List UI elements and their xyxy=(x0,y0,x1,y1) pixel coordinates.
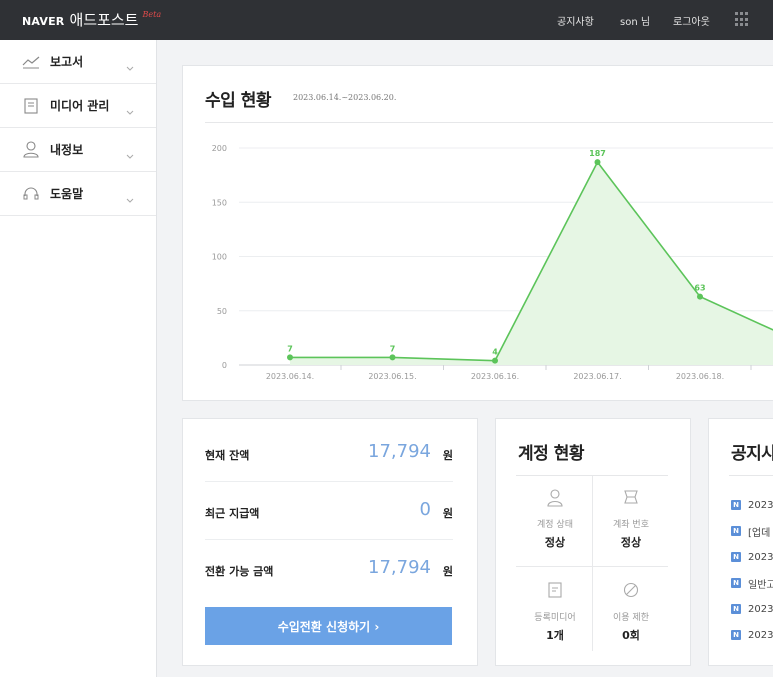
sidebar-item-label: 미디어 관리 xyxy=(50,99,110,113)
y-tick-label: 0 xyxy=(222,361,227,370)
chevron-down-icon xyxy=(126,101,134,120)
bank-card-icon xyxy=(593,489,669,509)
balance-row-last-paid: 최근 지급액 0 원 xyxy=(205,481,453,540)
balance-value: 17,794 xyxy=(368,441,431,462)
new-badge-icon: N xyxy=(731,578,741,588)
account-cell-value: 정상 xyxy=(544,536,566,549)
person-icon xyxy=(517,489,593,509)
headset-icon xyxy=(22,185,40,203)
data-label: 4 xyxy=(492,348,498,357)
account-cell-value: 정상 xyxy=(620,536,642,549)
balance-label: 전환 가능 금액 xyxy=(205,565,274,578)
new-badge-icon: N xyxy=(731,526,741,536)
notice-item[interactable]: N 2023 xyxy=(731,627,773,643)
chevron-down-icon xyxy=(126,189,134,208)
data-label: 7 xyxy=(287,344,293,353)
logo[interactable]: NAVER 애드포스트 Beta xyxy=(22,9,161,31)
x-tick-label: 2023.06.16. xyxy=(471,372,519,381)
x-tick-label: 2023.06.14. xyxy=(266,372,314,381)
series-area xyxy=(290,162,773,365)
data-point xyxy=(594,159,601,166)
balance-unit: 원 xyxy=(442,507,453,520)
data-label: 187 xyxy=(589,149,606,158)
account-card: 계정 현황 계정 상태 정상 계좌 번호 정상 등록미디어 1개 이용 제한 0… xyxy=(495,418,691,666)
account-cell-key: 계좌 번호 xyxy=(613,520,649,530)
media-doc-icon xyxy=(517,582,593,602)
balance-unit: 원 xyxy=(442,449,453,462)
income-chart: 0 50 100 150 200 2023.06.14. 2023.06.15. 2023.0… xyxy=(212,144,773,381)
new-badge-icon: N xyxy=(731,604,741,614)
notice-card: 공지사 N 2023 N [업데 N 2023 N 일반고 N 2023 N 2023 xyxy=(708,418,773,666)
y-tick-label: 50 xyxy=(217,307,227,316)
product-name: 애드포스트 xyxy=(69,11,139,29)
sidebar-item-help[interactable]: 도움말 xyxy=(0,172,156,216)
y-tick-label: 150 xyxy=(212,198,227,207)
app-grid-icon[interactable] xyxy=(735,12,750,27)
y-tick-label: 100 xyxy=(212,253,227,262)
income-card: 수입 현황 2023.06.14.~2023.06.20. 0 50 100 150 2… xyxy=(182,65,773,401)
nav-notice-link[interactable]: 공지사항 xyxy=(557,13,594,28)
x-tick-label: 2023.06.15. xyxy=(368,372,416,381)
sidebar: 보고서 미디어 관리 내정보 도움말 xyxy=(0,40,157,677)
sidebar-item-report[interactable]: 보고서 xyxy=(0,40,156,84)
nav-logout-link[interactable]: 로그아웃 xyxy=(673,13,710,28)
new-badge-icon: N xyxy=(731,630,741,640)
account-cell-key: 등록미디어 xyxy=(534,613,576,623)
chart-line-icon xyxy=(22,53,40,71)
beta-badge: Beta xyxy=(142,10,162,19)
account-media-cell[interactable]: 등록미디어 1개 xyxy=(517,582,593,643)
top-bar: NAVER 애드포스트 Beta 공지사항 son 님 로그아웃 xyxy=(0,0,773,40)
sidebar-item-myinfo[interactable]: 내정보 xyxy=(0,128,156,172)
convert-income-button[interactable]: 수입전환 신청하기 › xyxy=(205,607,452,645)
notice-title: 공지사 xyxy=(731,444,773,464)
balance-row-current: 현재 잔액 17,794 원 xyxy=(205,423,453,482)
account-status-cell: 계정 상태 정상 xyxy=(517,489,593,550)
data-point xyxy=(287,354,293,361)
naver-wordmark: NAVER xyxy=(22,15,65,28)
account-cell-value: 1개 xyxy=(546,629,564,642)
account-cell-key: 이용 제한 xyxy=(613,613,649,623)
data-point xyxy=(697,293,703,300)
balance-unit: 원 xyxy=(442,565,453,578)
y-tick-label: 200 xyxy=(212,144,227,153)
balance-row-convertible: 전환 가능 금액 17,794 원 xyxy=(205,539,453,597)
sidebar-item-label: 내정보 xyxy=(50,143,84,157)
balance-card: 현재 잔액 17,794 원 최근 지급액 0 원 전환 가능 금액 17,79… xyxy=(182,418,478,666)
data-point xyxy=(389,354,396,361)
data-label: 63 xyxy=(694,284,705,293)
divider xyxy=(516,566,668,567)
notice-item[interactable]: N 일반고 xyxy=(731,575,773,591)
nav-user-name[interactable]: son 님 xyxy=(620,13,650,28)
balance-label: 현재 잔액 xyxy=(205,449,250,462)
new-badge-icon: N xyxy=(731,552,741,562)
notice-item[interactable]: N 2023 xyxy=(731,601,773,617)
notice-item[interactable]: N [업데 xyxy=(731,523,770,539)
balance-value: 0 xyxy=(419,499,431,520)
sidebar-item-label: 보고서 xyxy=(50,55,84,69)
new-badge-icon: N xyxy=(731,500,741,510)
prohibited-icon xyxy=(593,582,669,602)
account-restriction-cell[interactable]: 이용 제한 0회 xyxy=(593,582,669,643)
divider xyxy=(729,475,773,476)
sidebar-item-label: 도움말 xyxy=(50,187,84,201)
notice-item[interactable]: N 2023 xyxy=(731,549,773,565)
chevron-down-icon xyxy=(126,145,134,164)
chevron-down-icon xyxy=(126,57,134,76)
notice-item[interactable]: N 2023 xyxy=(731,497,773,513)
account-title: 계정 현황 xyxy=(518,444,584,464)
account-bank-cell[interactable]: 계좌 번호 정상 xyxy=(593,489,669,550)
data-label: 7 xyxy=(390,344,396,353)
balance-label: 최근 지급액 xyxy=(205,507,260,520)
balance-value: 17,794 xyxy=(368,557,431,578)
document-icon xyxy=(22,97,40,115)
data-point xyxy=(492,357,498,364)
sidebar-item-media[interactable]: 미디어 관리 xyxy=(0,84,156,128)
x-tick-label: 2023.06.17. xyxy=(573,372,621,381)
x-tick-label: 2023.06.18. xyxy=(676,372,724,381)
user-icon xyxy=(22,141,40,159)
account-cell-value: 0회 xyxy=(622,629,640,642)
account-cell-key: 계정 상태 xyxy=(537,520,573,530)
